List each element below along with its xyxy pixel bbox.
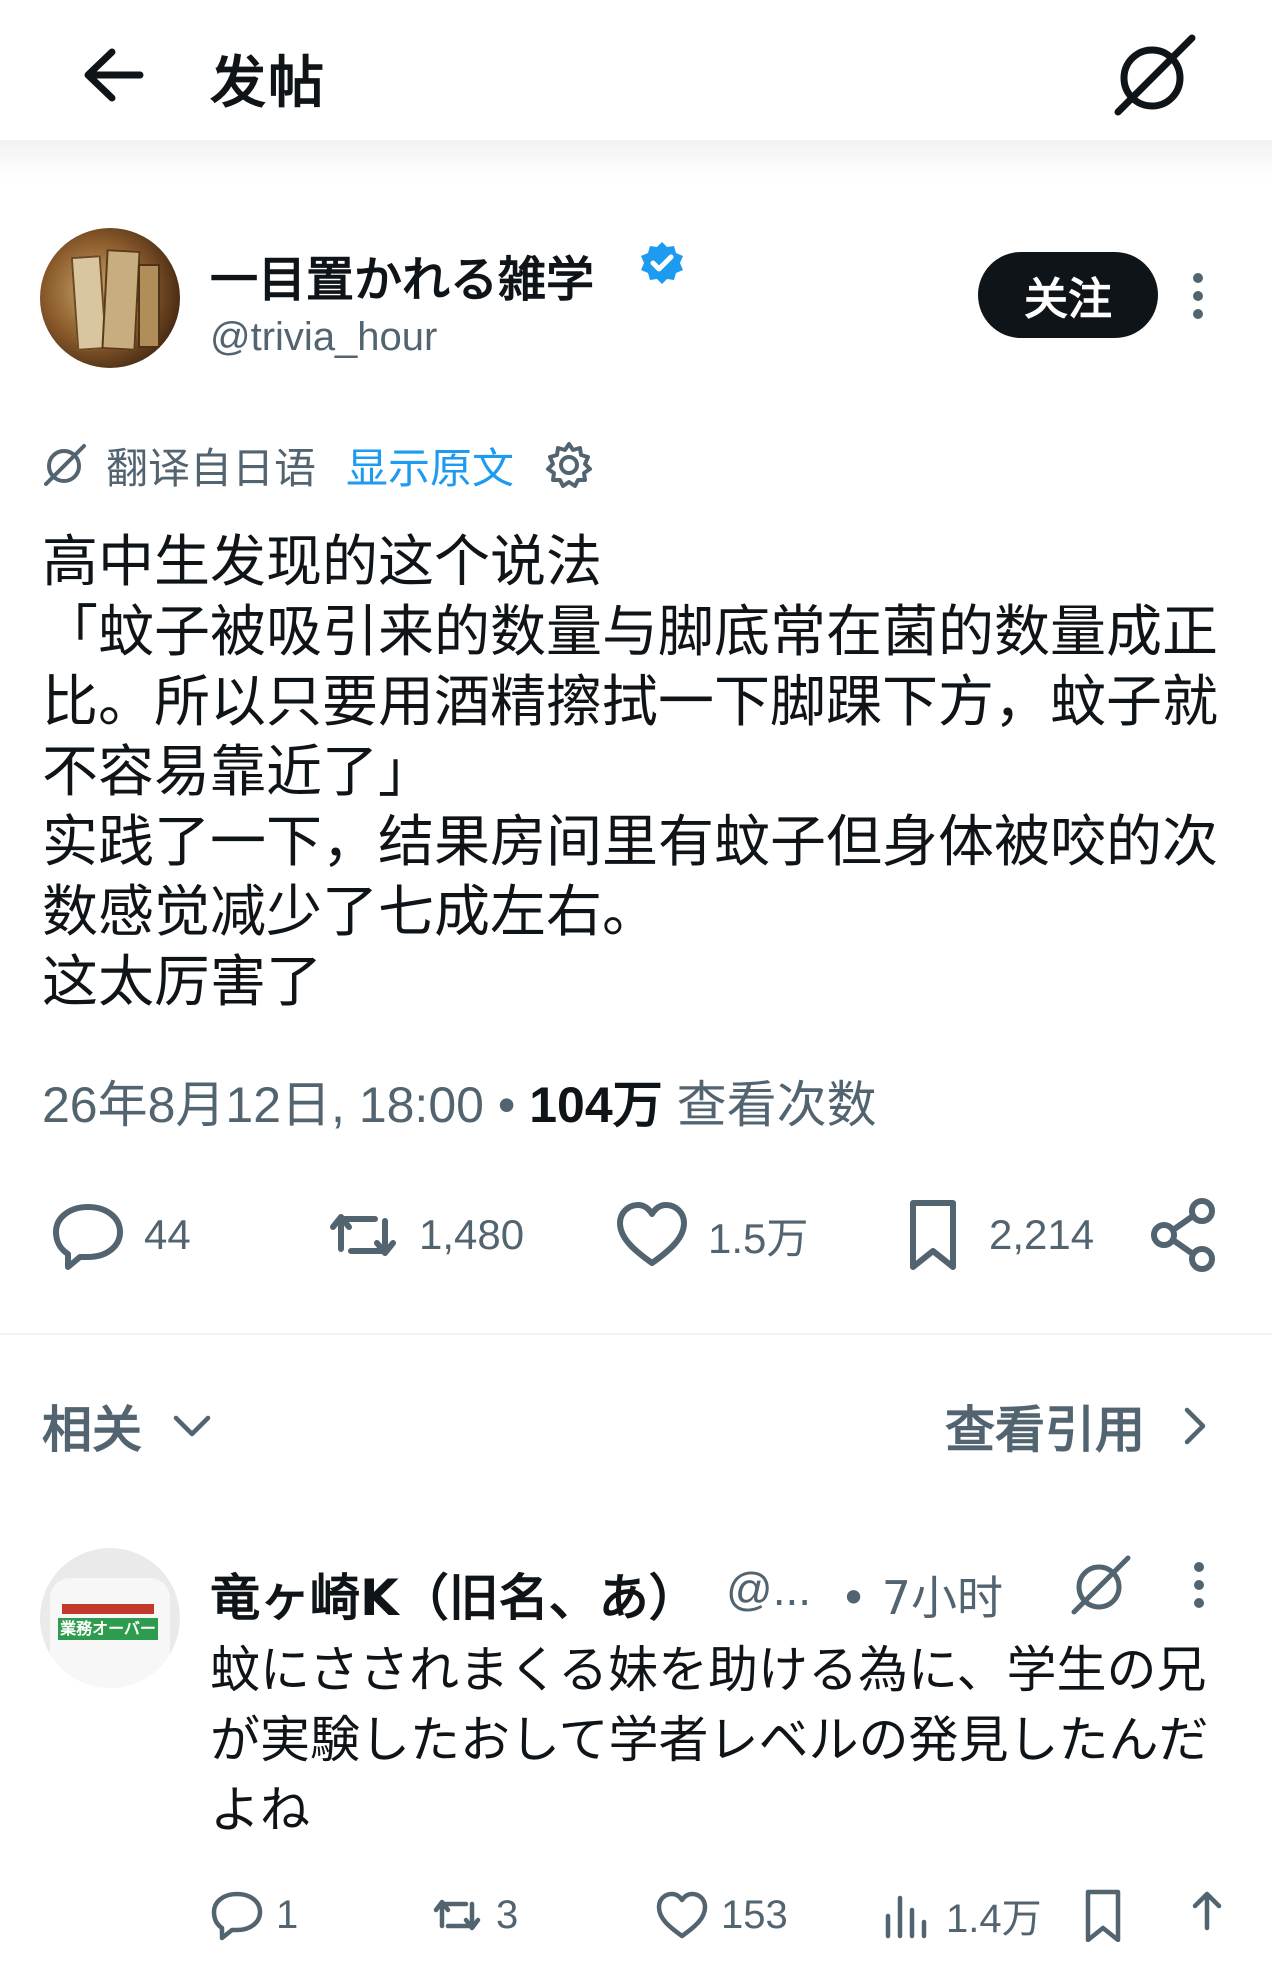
reply-views-button[interactable]: 1.4万: [880, 1880, 1042, 1950]
repost-icon: [330, 1214, 396, 1256]
reply-like-count: 153: [721, 1892, 788, 1937]
reply-bookmark-button[interactable]: [1076, 1880, 1142, 1950]
reply-reply-count: 1: [276, 1892, 299, 1937]
repost-button[interactable]: 1,480: [325, 1190, 524, 1280]
reply-repost-button[interactable]: 3: [430, 1880, 518, 1950]
views-count: 104万: [529, 1077, 663, 1133]
like-button[interactable]: 1.5万: [614, 1190, 808, 1280]
like-count: 1.5万: [708, 1214, 809, 1262]
related-dropdown[interactable]: 相关: [42, 1390, 214, 1462]
repost-icon: [433, 1899, 481, 1931]
top-bar: [0, 0, 1272, 160]
reply-count: 44: [144, 1211, 191, 1258]
grok-icon[interactable]: [1110, 30, 1200, 120]
post-timestamp: 26年8月12日, 18:00: [42, 1077, 484, 1133]
reply-time: • 7小时: [840, 1571, 1004, 1625]
reply-author-name[interactable]: 竜ヶ崎K（旧名、あ）: [210, 1558, 699, 1630]
translate-grok-icon: [44, 444, 86, 486]
reply-actions: 1 3 153 1.4万: [0, 1880, 1272, 1960]
follow-button[interactable]: 关注: [978, 252, 1158, 338]
reply-icon: [53, 1204, 123, 1270]
reply-reply-button[interactable]: 1: [210, 1880, 298, 1950]
reply-share-button[interactable]: [1180, 1880, 1246, 1950]
bookmark-icon: [910, 1200, 956, 1270]
author-name[interactable]: 一目置かれる雑学: [210, 240, 594, 310]
translation-label: 翻译自日语: [106, 443, 317, 493]
show-original-link[interactable]: 显示原文: [346, 435, 514, 496]
divider: [0, 1333, 1272, 1335]
page-title: 发帖: [210, 51, 326, 116]
repost-count: 1,480: [419, 1211, 525, 1258]
reply-avatar[interactable]: 業務オーバー: [40, 1548, 180, 1688]
heart-icon: [656, 1891, 708, 1939]
post-actions: 44 1,480 1.5万 2,214: [0, 1190, 1272, 1290]
grok-icon[interactable]: [1068, 1552, 1134, 1618]
avatar-tag: 業務オーバー: [58, 1618, 158, 1640]
author-handle[interactable]: @trivia_hour: [210, 315, 437, 360]
view-quotes-label: 查看引用: [945, 1401, 1145, 1459]
reply-icon: [211, 1891, 263, 1941]
reply-button[interactable]: 44: [50, 1190, 191, 1280]
more-options-icon[interactable]: [1188, 1560, 1210, 1610]
bookmark-button[interactable]: 2,214: [895, 1190, 1094, 1280]
reply-text: 蚊にさされまくる妹を助ける為に、学生の兄が実験したおして学者レベルの発見したんだ…: [210, 1641, 1209, 1839]
reply-like-button[interactable]: 153: [655, 1880, 788, 1950]
translation-bar: 翻译自日语 显示原文: [42, 440, 594, 493]
post-text: 高中生发现的这个说法 「蚊子被吸引来的数量与脚底常在菌的数量成正比。所以只要用酒…: [42, 530, 1218, 1015]
chevron-right-icon: [1184, 1407, 1206, 1445]
analytics-icon: [885, 1895, 927, 1939]
views-label: 查看次数: [662, 1077, 877, 1133]
meta-separator: •: [483, 1077, 530, 1133]
top-bar-shadow: [0, 140, 1272, 180]
heart-icon: [617, 1202, 687, 1266]
reply-repost-count: 3: [496, 1892, 519, 1937]
reply-views-count: 1.4万: [946, 1897, 1042, 1941]
more-options-icon[interactable]: [1186, 270, 1210, 322]
chevron-down-icon: [173, 1415, 211, 1437]
share-icon: [1192, 1891, 1222, 1931]
share-button[interactable]: [1146, 1190, 1240, 1280]
bookmark-icon: [1085, 1889, 1121, 1942]
verified-badge-icon: [641, 242, 683, 284]
author-avatar[interactable]: [40, 228, 180, 368]
view-quotes-link[interactable]: 查看引用: [945, 1390, 1217, 1462]
related-label: 相关: [42, 1401, 142, 1459]
share-icon: [1151, 1198, 1215, 1272]
gear-icon[interactable]: [544, 440, 594, 490]
reply-author-handle[interactable]: @...: [726, 1562, 811, 1616]
arrow-left-icon[interactable]: [78, 40, 148, 110]
post-meta: 26年8月12日, 18:00 • 104万 查看次数: [42, 1065, 877, 1137]
bookmark-count: 2,214: [989, 1211, 1095, 1258]
